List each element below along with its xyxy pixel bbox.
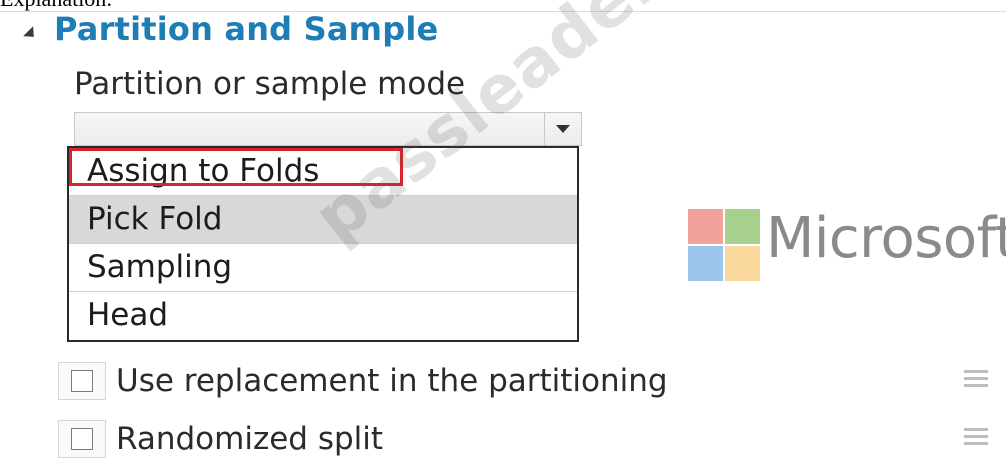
option-head[interactable]: Head	[69, 292, 577, 340]
option-sampling[interactable]: Sampling	[69, 244, 577, 292]
use-replacement-row: Use replacement in the partitioning	[58, 362, 668, 400]
hamburger-menu-icon[interactable]	[964, 428, 988, 449]
microsoft-logo-text: Microsoft	[766, 206, 1006, 271]
use-replacement-checkbox-frame[interactable]	[58, 362, 106, 400]
randomized-split-checkbox-frame[interactable]	[58, 420, 106, 458]
section-title: Partition and Sample	[54, 10, 439, 48]
randomized-split-checkbox[interactable]	[71, 428, 93, 450]
use-replacement-checkbox[interactable]	[71, 370, 93, 392]
use-replacement-label: Use replacement in the partitioning	[116, 363, 668, 399]
collapse-arrow-icon[interactable]	[23, 26, 39, 42]
randomized-split-row: Randomized split	[58, 420, 383, 458]
select-dropdown-button[interactable]	[544, 113, 581, 145]
hamburger-menu-icon[interactable]	[964, 370, 988, 391]
chevron-down-icon	[556, 125, 570, 133]
mode-field-label: Partition or sample mode	[74, 66, 466, 102]
randomized-split-label: Randomized split	[116, 421, 384, 457]
microsoft-logo-icon	[688, 209, 760, 281]
